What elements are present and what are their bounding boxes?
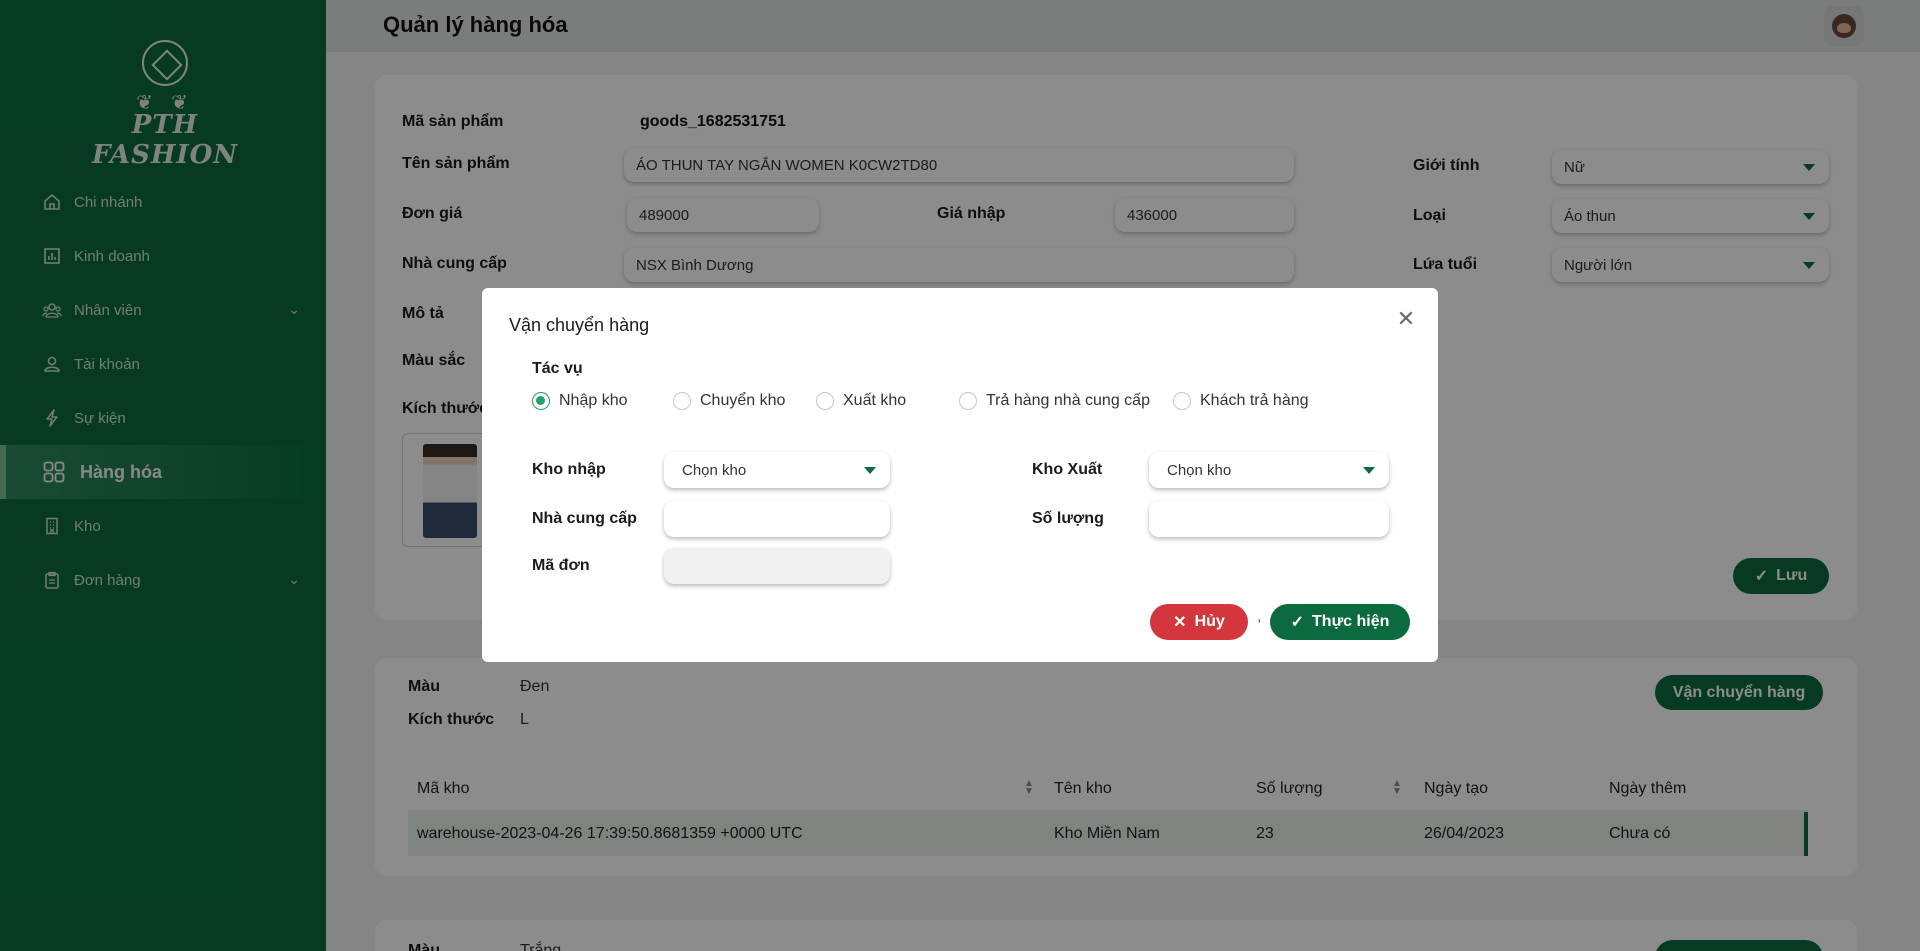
radio-export[interactable]: Xuất kho: [816, 392, 906, 410]
order-code-input[interactable]: [664, 548, 890, 584]
radio-return-supplier[interactable]: Trả hàng nhà cung cấp: [959, 392, 1150, 410]
cancel-button[interactable]: ✕ Hủy: [1150, 604, 1248, 640]
import-warehouse-label: Kho nhập: [532, 461, 606, 478]
transfer-modal: Vận chuyển hàng ✕ Tác vụ Nhập kho Chuyển…: [482, 288, 1438, 662]
radio-checked-icon: [532, 392, 550, 410]
execute-button[interactable]: ✓ Thực hiện: [1270, 604, 1410, 640]
radio-icon: [959, 392, 977, 410]
radio-icon: [816, 392, 834, 410]
radio-label: Trả hàng nhà cung cấp: [986, 392, 1150, 409]
import-warehouse-value: Chọn kho: [682, 461, 747, 479]
quantity-input[interactable]: [1149, 501, 1389, 537]
radio-icon: [1173, 392, 1191, 410]
radio-label: Xuất kho: [843, 392, 907, 409]
radio-customer-return[interactable]: Khách trả hàng: [1173, 392, 1309, 410]
export-warehouse-value: Chọn kho: [1167, 461, 1232, 479]
quantity-label: Số lượng: [1032, 510, 1104, 527]
radio-import[interactable]: Nhập kho: [532, 392, 628, 410]
supplier-input[interactable]: [664, 501, 890, 537]
caret-down-icon: [1363, 467, 1375, 474]
supplier-label: Nhà cung cấp: [532, 510, 637, 527]
export-warehouse-select[interactable]: Chọn kho: [1149, 452, 1389, 488]
execute-label: Thực hiện: [1312, 613, 1390, 630]
radio-label: Khách trả hàng: [1200, 392, 1309, 409]
close-icon[interactable]: ✕: [1394, 308, 1418, 332]
import-warehouse-select[interactable]: Chọn kho: [664, 452, 890, 488]
order-code-label: Mã đơn: [532, 557, 590, 574]
task-label: Tác vụ: [532, 360, 583, 377]
export-warehouse-label: Kho Xuất: [1032, 461, 1103, 478]
separator-text: ,: [1257, 608, 1262, 625]
caret-down-icon: [864, 467, 876, 474]
cancel-label: Hủy: [1194, 613, 1225, 630]
radio-label: Nhập kho: [559, 392, 628, 409]
radio-icon: [673, 392, 691, 410]
radio-label: Chuyển kho: [700, 392, 786, 409]
modal-title: Vận chuyển hàng: [509, 315, 650, 335]
close-icon: ✕: [1173, 614, 1187, 631]
check-icon: ✓: [1290, 614, 1305, 631]
radio-transfer[interactable]: Chuyển kho: [673, 392, 785, 410]
